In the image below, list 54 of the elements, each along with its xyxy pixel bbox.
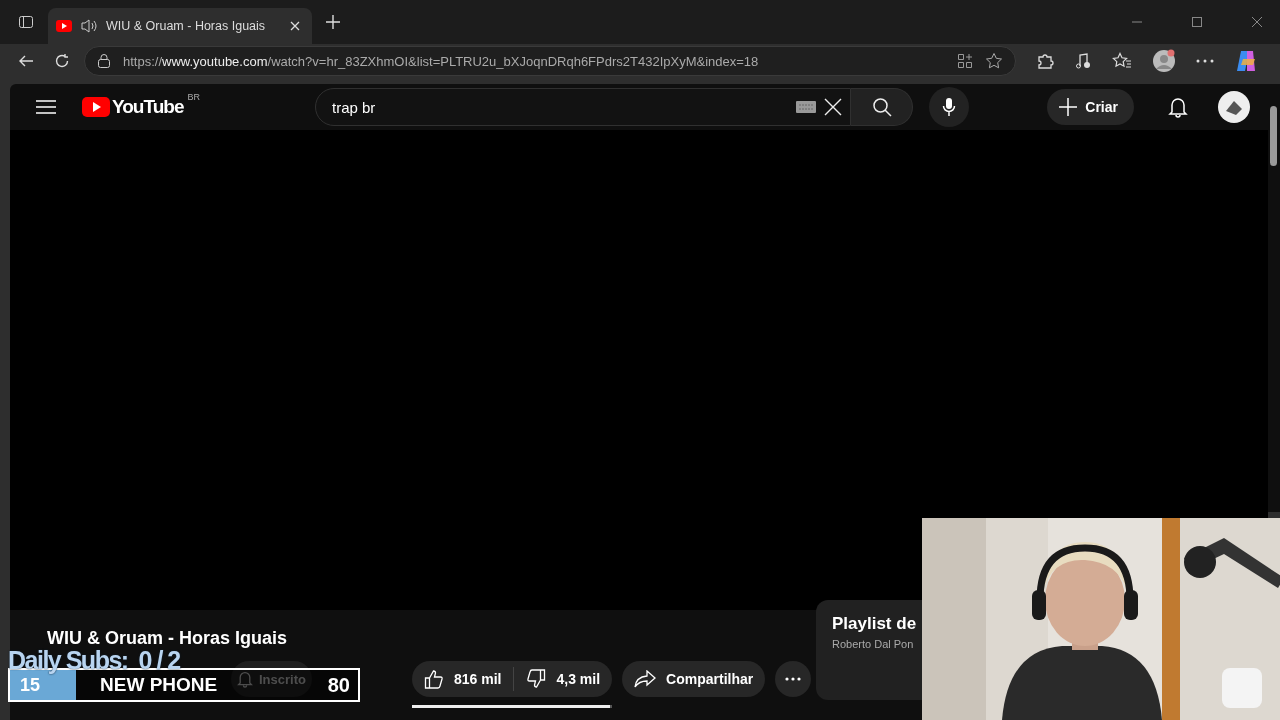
address-field[interactable]: https://www.youtube.com/watch?v=hr_83ZXhmOI&list=PLTRU2u_bXJoqnDRqh6FPdrs2T432IpXyM&index=18 [84, 46, 1016, 76]
tab-title: WIU & Oruam - Horas Iguais [106, 19, 267, 33]
refresh-icon[interactable] [54, 53, 70, 69]
goal-current: 15 [20, 674, 41, 696]
voice-search-button[interactable] [929, 87, 969, 127]
share-button[interactable]: Compartilhar [622, 661, 766, 697]
plus-icon [1059, 98, 1078, 116]
search-icon [871, 97, 892, 117]
create-button[interactable]: Criar [1047, 89, 1134, 125]
copilot-icon[interactable] [1234, 49, 1258, 73]
bell-icon [237, 670, 253, 688]
thumbs-down-icon [526, 669, 547, 689]
back-icon[interactable] [18, 53, 34, 69]
search-button[interactable] [851, 88, 913, 126]
music-icon[interactable] [1074, 52, 1092, 70]
microphone-icon [942, 97, 956, 117]
more-icon[interactable] [1196, 59, 1214, 63]
new-tab-icon[interactable] [326, 15, 340, 29]
search-value: trap br [332, 98, 376, 116]
bell-icon[interactable] [1168, 96, 1188, 118]
thumbs-up-icon [424, 669, 444, 689]
avatar-icon[interactable] [1218, 91, 1250, 123]
more-button[interactable] [775, 661, 812, 697]
more-icon [785, 677, 802, 681]
goal-target: 80 [327, 673, 350, 697]
menu-icon[interactable] [36, 99, 56, 115]
add-app-icon[interactable] [957, 53, 973, 69]
maximize-icon[interactable] [1192, 17, 1202, 27]
puzzle-icon[interactable] [1036, 52, 1054, 70]
favorites-icon[interactable] [1112, 52, 1132, 70]
lock-icon [97, 53, 111, 69]
url-text: https://www.youtube.com/watch?v=hr_83ZXhmOI&list=PLTRU2u_bXJoqnDRqh6FPdrs2T432IpXyM&index=18 [123, 53, 759, 69]
dislike-button[interactable]: 4,3 mil [514, 661, 613, 697]
region-label: BR [187, 92, 200, 102]
clear-icon[interactable] [824, 98, 842, 116]
browser-tab[interactable]: WIU & Oruam - Horas Iguais [48, 8, 312, 44]
share-icon [634, 670, 657, 688]
playlist-owner: Roberto Dal Pon [832, 638, 915, 650]
star-icon[interactable] [985, 52, 1003, 70]
like-button[interactable]: 816 mil [412, 661, 514, 697]
scrollbar[interactable] [1268, 84, 1280, 512]
goal-name: NEW PHONE [100, 674, 218, 696]
goal-label: Daily Subs: 0 / 2 [8, 646, 182, 674]
logo-text[interactable]: YouTube [112, 96, 184, 118]
video-player[interactable] [10, 130, 1268, 610]
play-logo-icon [56, 20, 72, 32]
speaker-icon[interactable] [80, 18, 98, 34]
close-icon[interactable] [1252, 17, 1262, 27]
youtube-logo-icon[interactable] [82, 97, 110, 117]
profile-icon[interactable] [1152, 49, 1176, 73]
playlist-title: Playlist de [832, 614, 918, 634]
search-field[interactable]: trap br [315, 88, 851, 126]
tab-actions-icon[interactable] [18, 14, 34, 30]
video-title: WIU & Oruam - Horas Iguais [47, 628, 288, 649]
